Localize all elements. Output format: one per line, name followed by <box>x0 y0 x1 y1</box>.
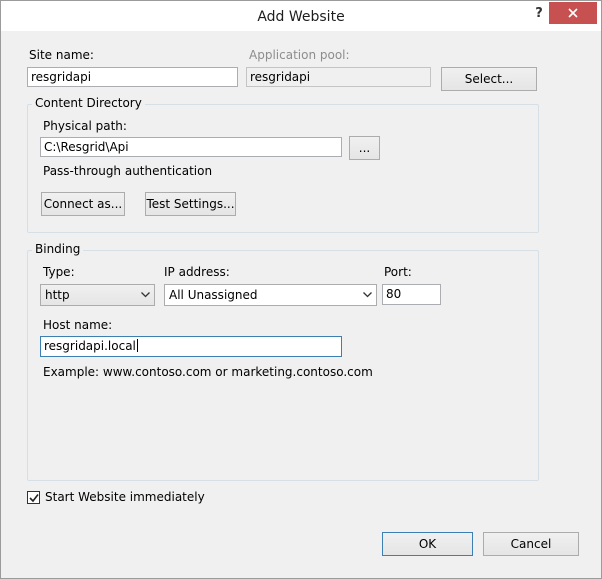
title-bar: Add Website ? <box>1 1 601 31</box>
application-pool-label: Application pool: <box>249 48 350 62</box>
text-caret <box>136 339 138 352</box>
content-directory-title: Content Directory <box>32 96 145 110</box>
ip-address-select[interactable]: All Unassigned <box>164 284 377 306</box>
ip-address-value: All Unassigned <box>169 288 258 302</box>
start-website-label[interactable]: Start Website immediately <box>45 490 205 504</box>
checkmark-icon <box>29 494 39 503</box>
port-input[interactable]: 80 <box>382 284 441 305</box>
binding-type-value: http <box>45 288 70 302</box>
add-website-dialog: Add Website ? Site name: resgridapi Appl… <box>0 0 602 579</box>
start-website-checkbox[interactable] <box>27 491 40 504</box>
select-app-pool-button[interactable]: Select... <box>441 67 537 91</box>
physical-path-label: Physical path: <box>43 119 127 133</box>
binding-title: Binding <box>32 242 84 256</box>
binding-type-select[interactable]: http <box>40 284 155 306</box>
host-name-value: resgridapi.local <box>44 339 136 353</box>
cancel-button[interactable]: Cancel <box>483 532 579 556</box>
site-name-input[interactable]: resgridapi <box>27 67 238 87</box>
test-settings-button[interactable]: Test Settings... <box>145 192 236 216</box>
help-button[interactable]: ? <box>530 5 548 23</box>
close-button[interactable] <box>549 2 597 24</box>
chevron-down-icon <box>363 292 372 298</box>
host-name-input[interactable]: resgridapi.local <box>40 336 342 357</box>
close-icon <box>568 8 578 18</box>
ip-address-label: IP address: <box>164 265 230 279</box>
port-label: Port: <box>384 265 412 279</box>
host-name-example: Example: www.contoso.com or marketing.co… <box>43 365 373 379</box>
chevron-down-icon <box>141 292 150 298</box>
connect-as-button[interactable]: Connect as... <box>41 192 125 216</box>
pass-through-auth-text: Pass-through authentication <box>43 164 213 178</box>
browse-path-button[interactable]: ... <box>349 136 380 160</box>
ok-button[interactable]: OK <box>382 532 473 556</box>
physical-path-input[interactable]: C:\Resgrid\Api <box>40 137 342 157</box>
dialog-title: Add Website <box>257 9 345 25</box>
host-name-label: Host name: <box>43 318 113 332</box>
type-label: Type: <box>43 265 75 279</box>
site-name-label: Site name: <box>29 48 94 62</box>
application-pool-field: resgridapi <box>246 67 431 87</box>
